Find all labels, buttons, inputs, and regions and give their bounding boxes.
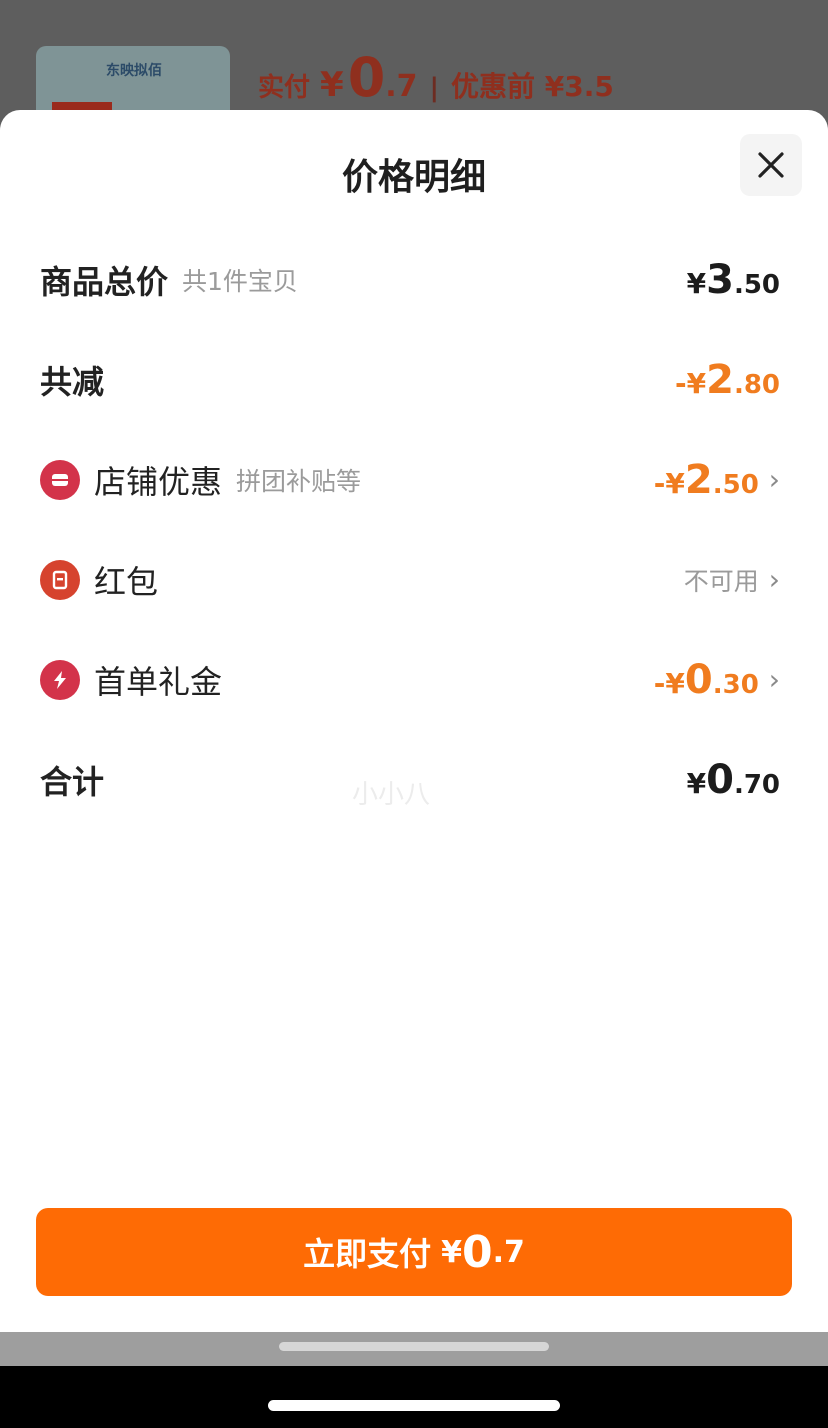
row-total-reduce: 共减 -¥ 2 .80	[40, 350, 780, 410]
close-button[interactable]	[740, 134, 802, 196]
total-reduce-amount: -¥ 2 .80	[675, 357, 780, 403]
pay-now-yen: ¥	[441, 1234, 462, 1270]
total-reduce-label: 共减	[40, 363, 105, 401]
row-red-packet[interactable]: 红包 不可用 ›	[40, 550, 780, 610]
sum-dec: .70	[733, 770, 780, 800]
price-detail-sheet: 价格明细 商品总价 共1件宝贝 ¥ 3 .50 共减 -¥ 2 .80 店铺优惠…	[0, 110, 828, 1332]
row-first-order-gift[interactable]: 首单礼金 -¥ 0 .30 ›	[40, 650, 780, 710]
chevron-right-icon: ›	[768, 463, 780, 496]
sheet-title: 价格明细	[341, 157, 486, 198]
red-packet-icon	[40, 560, 80, 600]
close-icon	[758, 152, 784, 178]
first-order-dec: .30	[712, 670, 759, 700]
pay-now-int: 0	[461, 1226, 493, 1278]
thumbnail-label: 东映拟佰	[106, 63, 162, 79]
sum-amount: ¥ 0 .70	[687, 757, 780, 803]
red-packet-status: 不可用	[683, 567, 759, 596]
first-order-int: 0	[684, 657, 713, 703]
watermark: 小小八	[352, 780, 431, 810]
chevron-right-icon: ›	[768, 663, 780, 696]
goods-count: 共1件宝贝	[182, 267, 298, 296]
store-discount-dec: .50	[712, 470, 759, 500]
total-reduce-yen: -¥	[674, 367, 707, 400]
store-discount-label: 店铺优惠	[94, 463, 223, 501]
chevron-right-icon: ›	[768, 563, 780, 596]
actual-pay-label: 实付	[258, 73, 311, 103]
pay-now-dec: .7	[492, 1234, 525, 1270]
row-goods-total: 商品总价 共1件宝贝 ¥ 3 .50	[40, 250, 780, 310]
store-discount-yen: -¥	[653, 467, 685, 500]
row-store-discount[interactable]: 店铺优惠 拼团补贴等 -¥ 2 .50 ›	[40, 450, 780, 510]
total-reduce-dec: .80	[733, 370, 780, 400]
original-price: 优惠前 ¥3.5	[451, 70, 614, 103]
actual-pay-int: 0	[347, 46, 386, 109]
goods-total-amount: ¥ 3 .50	[687, 257, 780, 303]
goods-total-dec: .50	[733, 270, 780, 300]
pay-now-label: 立即支付	[303, 1235, 432, 1273]
sum-label: 合计	[40, 763, 105, 801]
store-discount-amount: -¥ 2 .50	[654, 457, 759, 503]
goods-total-yen: ¥	[686, 267, 707, 300]
store-coupon-icon	[40, 460, 80, 500]
first-order-yen: -¥	[653, 667, 685, 700]
home-indicator-inner[interactable]	[279, 1342, 549, 1351]
first-order-gift-label: 首单礼金	[94, 663, 223, 701]
goods-total-label: 商品总价	[40, 263, 169, 301]
goods-total-int: 3	[706, 257, 734, 303]
actual-pay-yen: ¥	[320, 65, 344, 105]
total-reduce-int: 2	[706, 357, 734, 403]
actual-pay-dec: .7	[385, 69, 418, 104]
home-indicator[interactable]	[268, 1400, 560, 1411]
price-separator: |	[429, 73, 440, 103]
background-price-line: 实付 ¥ 0 .7 | 优惠前 ¥3.5	[258, 46, 614, 109]
sum-int: 0	[706, 757, 734, 803]
lightning-icon	[40, 660, 80, 700]
sum-yen: ¥	[686, 767, 707, 800]
first-order-gift-amount: -¥ 0 .30	[654, 657, 759, 703]
store-discount-sub: 拼团补贴等	[236, 467, 362, 496]
red-packet-label: 红包	[94, 563, 159, 601]
store-discount-int: 2	[684, 457, 713, 503]
pay-now-button[interactable]: 立即支付 ¥ 0 .7	[36, 1208, 792, 1296]
